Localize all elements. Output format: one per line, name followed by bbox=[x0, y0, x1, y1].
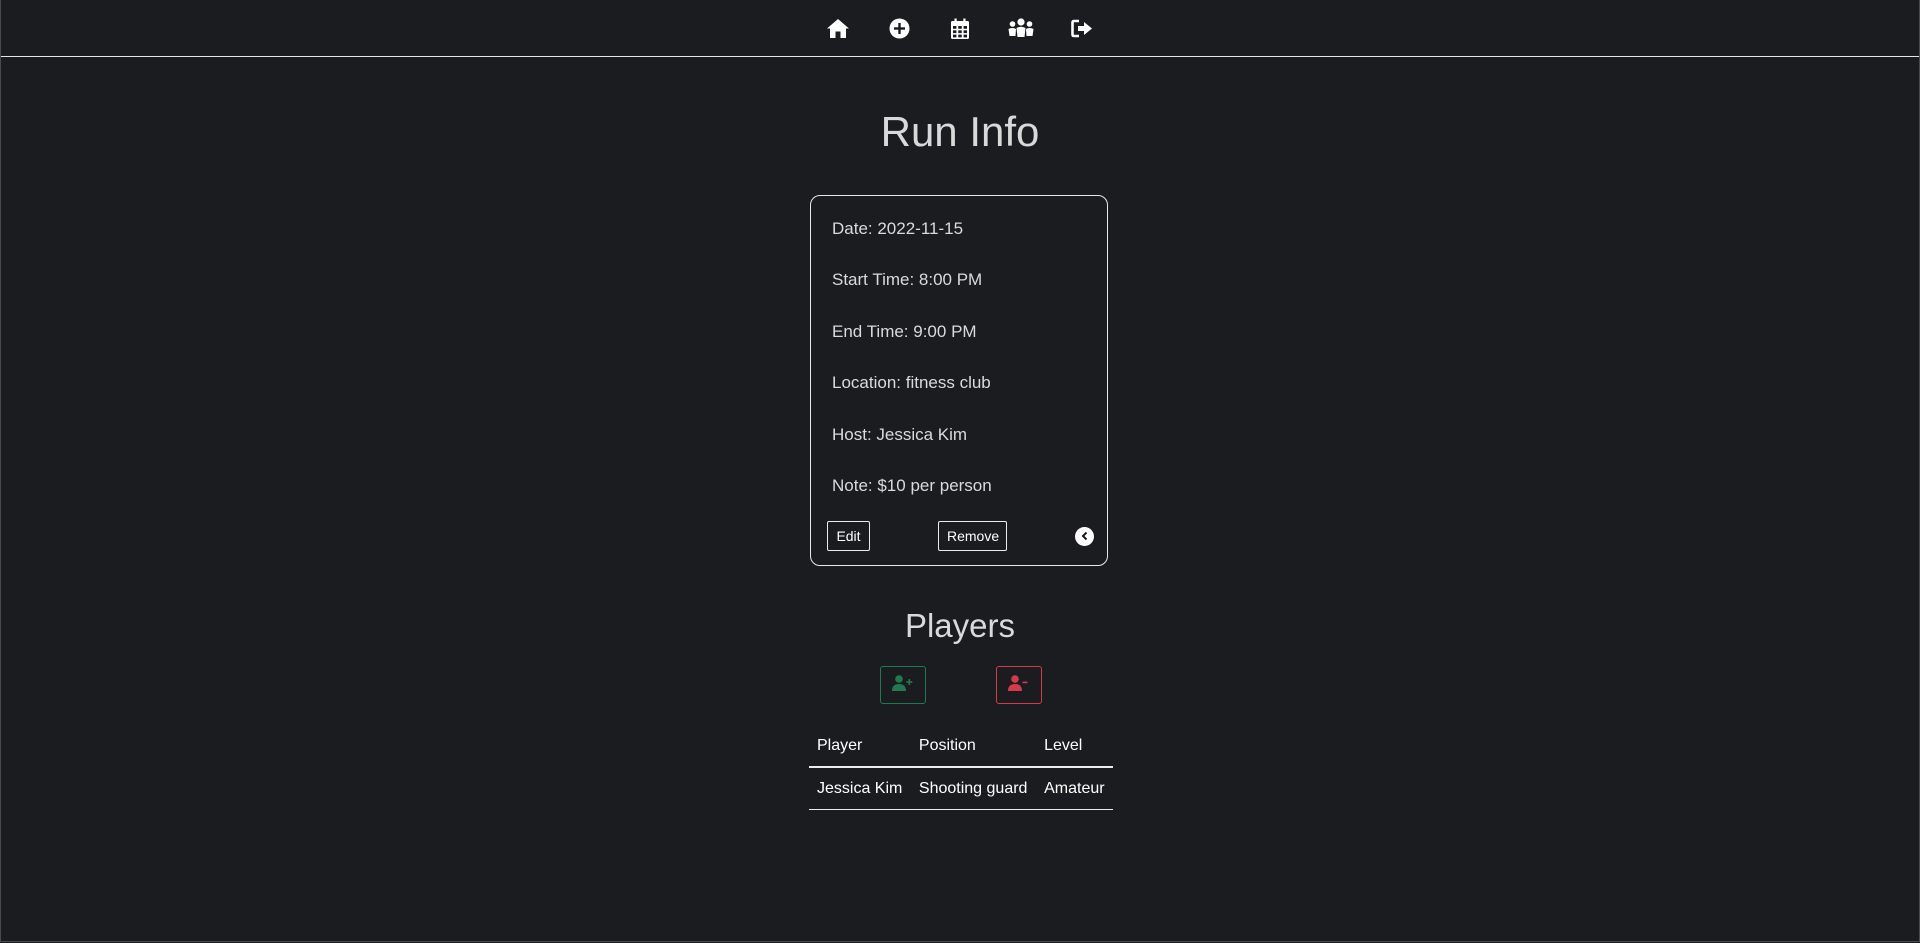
nav-players[interactable] bbox=[991, 2, 1052, 54]
users-icon bbox=[1008, 18, 1034, 38]
table-row: Jessica Kim Shooting guard Amateur bbox=[809, 767, 1113, 810]
run-host: Host: Jessica Kim bbox=[832, 425, 968, 444]
run-note: Note: $10 per person bbox=[832, 476, 992, 495]
player-level-cell: Amateur bbox=[1036, 767, 1113, 810]
calendar-icon bbox=[951, 18, 969, 39]
page-title: Run Info bbox=[880, 108, 1040, 155]
column-header-level: Level bbox=[1036, 725, 1113, 768]
home-icon bbox=[826, 18, 850, 39]
add-player-button[interactable] bbox=[880, 666, 926, 704]
run-start-time: Start Time: 8:00 PM bbox=[832, 270, 983, 289]
remove-run-button[interactable]: Remove bbox=[938, 521, 1007, 551]
user-minus-icon bbox=[1008, 674, 1030, 696]
players-heading: Players bbox=[904, 607, 1016, 644]
back-button[interactable] bbox=[1075, 527, 1094, 546]
sign-out-icon bbox=[1071, 19, 1093, 38]
nav-add-run[interactable] bbox=[869, 2, 930, 54]
edit-button[interactable]: Edit bbox=[827, 521, 870, 551]
nav-calendar[interactable] bbox=[930, 2, 991, 54]
chevron-left-circle-icon bbox=[1080, 528, 1090, 546]
top-navbar bbox=[1, 0, 1919, 57]
table-header-row: Player Position Level bbox=[809, 725, 1113, 768]
player-position-cell: Shooting guard bbox=[910, 767, 1037, 810]
nav-home[interactable] bbox=[808, 2, 869, 54]
user-plus-icon bbox=[892, 674, 914, 696]
nav-sign-out[interactable] bbox=[1052, 2, 1113, 54]
column-header-player: Player bbox=[809, 725, 911, 768]
run-end-time: End Time: 9:00 PM bbox=[832, 322, 977, 341]
run-date: Date: 2022-11-15 bbox=[832, 219, 964, 238]
run-info-card: Date: 2022-11-15 Start Time: 8:00 PM End… bbox=[810, 195, 1108, 566]
remove-player-button[interactable] bbox=[996, 666, 1042, 704]
run-location: Location: fitness club bbox=[832, 373, 991, 392]
page: Run Info Date: 2022-11-15 Start Time: 8:… bbox=[0, 0, 1920, 942]
player-name-cell: Jessica Kim bbox=[809, 767, 911, 810]
add-circle-icon bbox=[889, 18, 910, 39]
column-header-position: Position bbox=[910, 725, 1037, 768]
players-table: Player Position Level Jessica Kim Shooti… bbox=[809, 725, 1113, 810]
